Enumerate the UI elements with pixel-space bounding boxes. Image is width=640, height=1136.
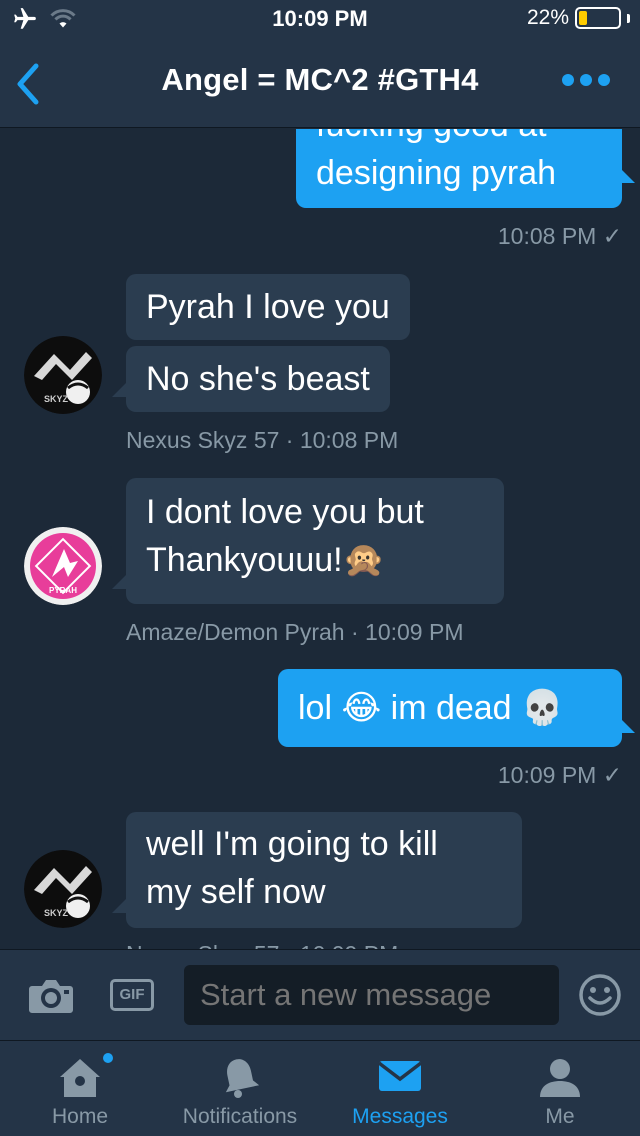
camera-icon[interactable] (28, 978, 74, 1014)
tab-messages[interactable]: Messages (320, 1041, 480, 1136)
person-icon (540, 1059, 580, 1097)
message-thread[interactable]: fucking good at designing pyrah 10:08 PM… (0, 129, 640, 949)
message-bubble-outgoing[interactable]: lol 😂 im dead 💀 (278, 669, 622, 747)
avatar-nexus-skyz[interactable]: SKYZ (24, 336, 102, 414)
bubble-tail (621, 719, 635, 733)
message-text-cutoff: fucking good at (316, 129, 602, 149)
notification-dot (103, 1053, 113, 1063)
message-timestamp: 10:08 PM ✓ (497, 223, 622, 249)
svg-text:SKYZ: SKYZ (44, 908, 69, 918)
svg-text:SKYZ: SKYZ (44, 394, 69, 404)
envelope-icon (377, 1061, 423, 1091)
battery-fill (579, 11, 587, 25)
status-bar: 10:09 PM 22% (0, 0, 640, 40)
tab-label: Home (51, 1105, 109, 1128)
bell-icon (225, 1059, 260, 1098)
tab-me[interactable]: Me (480, 1041, 640, 1136)
bubble-tail (112, 899, 126, 913)
message-sender-time: Nexus Skyz 57 · 10:08 PM (126, 427, 399, 453)
message-bubble-outgoing[interactable]: fucking good at designing pyrah (296, 129, 622, 208)
battery-icon (575, 7, 621, 29)
message-bubble-incoming[interactable]: No she's beast (126, 346, 390, 412)
message-text-line: well I'm going to kill (146, 825, 438, 863)
avatar-nexus-skyz[interactable]: SKYZ (24, 850, 102, 928)
message-text-line: Thankyouuu!🙊 (146, 541, 385, 579)
emoji-icon[interactable] (578, 973, 622, 1017)
svg-text:PYRAH: PYRAH (49, 586, 77, 595)
tab-label: Me (545, 1105, 575, 1128)
tab-label: Messages (352, 1105, 448, 1128)
message-timestamp: 10:09 PM ✓ (497, 762, 622, 788)
tab-bar: Home Notifications Messages Me (0, 1040, 640, 1136)
message-bubble-incoming[interactable]: I dont love you but Thankyouuu!🙊 (126, 478, 504, 604)
avatar-demon-pyrah[interactable]: PYRAH (24, 527, 102, 605)
more-options-icon[interactable] (562, 74, 610, 86)
battery-percent: 22% (526, 6, 569, 29)
tab-home[interactable]: Home (0, 1041, 160, 1136)
bubble-tail (112, 575, 126, 589)
home-icon (60, 1059, 100, 1097)
message-sender-time: Nexus Skyz 57 · 10:09 PM (126, 941, 398, 949)
battery-tip (627, 13, 630, 23)
message-bubble-incoming[interactable]: Pyrah I love you (126, 274, 410, 340)
conversation-header: Angel = MC^2 #GTH4 (0, 40, 640, 128)
gif-button[interactable]: GIF (110, 979, 154, 1011)
tab-label: Notifications (182, 1105, 298, 1128)
conversation-title[interactable]: Angel = MC^2 #GTH4 (0, 62, 640, 98)
message-text-line: I dont love you but (146, 493, 424, 531)
message-text-line: my self now (146, 873, 326, 911)
message-input[interactable] (184, 965, 559, 1025)
status-right: 22% (527, 6, 630, 30)
compose-bar: GIF (0, 949, 640, 1040)
message-bubble-incoming[interactable]: well I'm going to kill my self now (126, 812, 522, 928)
message-sender-time: Amaze/Demon Pyrah · 10:09 PM (126, 619, 464, 645)
bubble-tail (621, 169, 635, 183)
tab-notifications[interactable]: Notifications (160, 1041, 320, 1136)
bubble-tail (112, 383, 126, 397)
message-text: designing pyrah (316, 154, 557, 192)
